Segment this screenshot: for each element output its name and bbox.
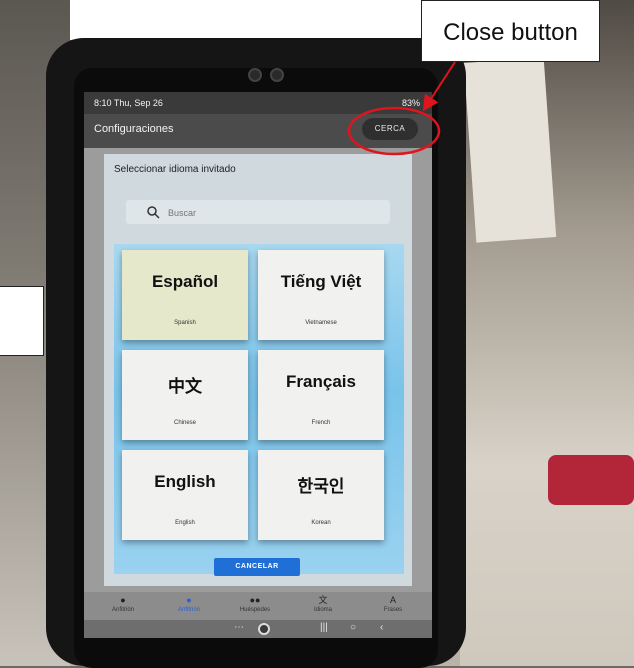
home-icon[interactable]: ○ xyxy=(350,622,356,633)
partial-callout-box xyxy=(0,286,44,356)
language-subtitle: English xyxy=(175,520,195,526)
nav-item-host[interactable]: ● Anfitrión xyxy=(94,595,152,613)
language-name: Français xyxy=(286,372,356,391)
search-box[interactable] xyxy=(126,200,390,224)
language-card-vietnamese[interactable]: Tiếng Việt Vietnamese xyxy=(258,250,384,340)
person-icon: ● xyxy=(120,595,126,605)
language-subtitle: Korean xyxy=(311,520,331,526)
language-grid: Español Spanish Tiếng Việt Vietnamese 中文… xyxy=(114,244,404,574)
language-subtitle: French xyxy=(311,420,331,426)
text-size-icon: A xyxy=(389,595,396,605)
nav-label: Huéspedes xyxy=(239,607,271,613)
annotation-label: Close button xyxy=(443,19,578,46)
background-paper xyxy=(463,57,557,243)
dialog-title: Seleccionar idioma invitado xyxy=(114,164,236,175)
background-red-object xyxy=(548,455,634,505)
apps-icon[interactable]: ⋯ xyxy=(234,622,244,633)
camera-icon xyxy=(248,68,262,82)
language-card-korean[interactable]: 한국인 Korean xyxy=(258,450,384,540)
language-card-chinese[interactable]: 中文 Chinese xyxy=(122,350,248,440)
translate-icon: 文 xyxy=(318,595,328,605)
nav-label: Frases xyxy=(383,607,403,613)
language-name: English xyxy=(154,472,216,491)
nav-label: Anfitrión xyxy=(177,607,200,613)
cancel-button[interactable]: CANCELAR xyxy=(214,558,300,576)
language-subtitle: Chinese xyxy=(173,420,196,426)
language-name: 中文 xyxy=(168,377,202,396)
bottom-nav: ● Anfitrión ● Anfitrión ●● Huéspedes 文 I… xyxy=(84,592,432,620)
person-icon: ● xyxy=(186,595,192,605)
status-time: 8:10 Thu, Sep 26 xyxy=(94,98,163,108)
language-name: Tiếng Việt xyxy=(280,272,362,291)
language-name: Español xyxy=(151,272,219,291)
language-card-english[interactable]: English English xyxy=(122,450,248,540)
page-title: Configuraciones xyxy=(94,123,174,135)
annotation-callout: Close button xyxy=(421,0,600,62)
nav-label: Anfitrión xyxy=(111,607,134,613)
language-name: 한국인 xyxy=(297,477,345,496)
status-bar: 8:10 Thu, Sep 26 83% xyxy=(84,92,432,114)
recents-icon[interactable]: ||| xyxy=(320,622,328,633)
tablet-screen: 8:10 Thu, Sep 26 83% Configuraciones CER… xyxy=(84,92,432,638)
battery-indicator: 83% xyxy=(401,98,420,108)
search-input[interactable] xyxy=(166,204,380,222)
nav-label: Idioma xyxy=(313,607,332,613)
nav-item-language[interactable]: 文 Idioma xyxy=(294,595,352,613)
language-dialog: Seleccionar idioma invitado Español Span… xyxy=(104,154,412,586)
nav-item-phrases[interactable]: A Frases xyxy=(364,595,422,613)
nav-item-guests[interactable]: ●● Huéspedes xyxy=(226,595,284,613)
back-icon[interactable]: ‹ xyxy=(380,622,383,633)
camera-icon xyxy=(270,68,284,82)
language-card-french[interactable]: Français French xyxy=(258,350,384,440)
system-nav-bar: ⋯ ||| ○ ‹ xyxy=(84,620,432,638)
group-icon: ●● xyxy=(249,595,261,605)
language-subtitle: Spanish xyxy=(174,320,196,326)
close-button[interactable]: CERCA xyxy=(362,118,418,140)
app-launcher-icon[interactable] xyxy=(258,623,270,635)
language-subtitle: Vietnamese xyxy=(305,320,337,326)
nav-item-host-active[interactable]: ● Anfitrión xyxy=(160,595,218,613)
language-card-spanish[interactable]: Español Spanish xyxy=(122,250,248,340)
search-icon xyxy=(147,206,160,219)
